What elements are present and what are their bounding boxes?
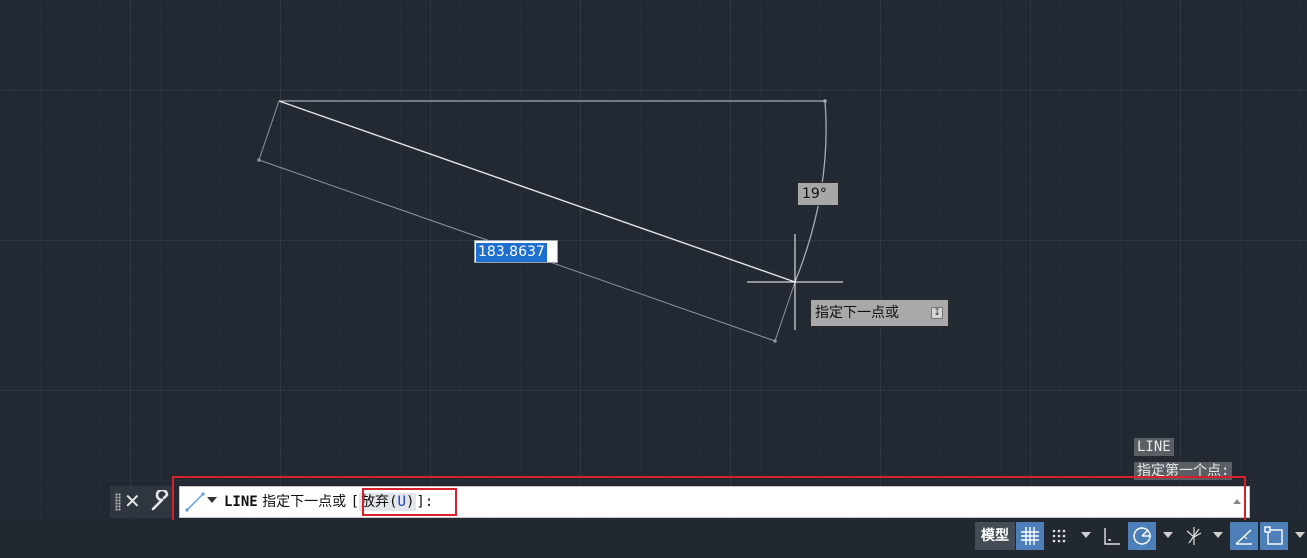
angle-tooltip: 19° — [797, 182, 839, 206]
close-icon[interactable]: ✕ — [124, 489, 141, 513]
object-snap-tracking-icon[interactable] — [1230, 522, 1258, 550]
line-icon[interactable] — [184, 491, 206, 517]
polar-dropdown-icon[interactable] — [1163, 532, 1173, 538]
dynamic-prompt-tooltip: 指定下一点或 ↧ — [810, 299, 949, 327]
drawing-geometry — [257, 99, 843, 343]
undo-option-key: U — [397, 494, 406, 510]
command-name: LINE — [224, 494, 258, 510]
command-history-line: LINE — [1134, 438, 1174, 456]
command-line-handle[interactable]: ✕ — [110, 486, 174, 518]
model-tab[interactable]: 模型 — [975, 522, 1015, 550]
dimension-endpoint — [257, 158, 261, 162]
dimension-extension-line — [774, 281, 796, 342]
wrench-icon[interactable] — [150, 488, 172, 516]
drag-grip-icon[interactable] — [115, 493, 121, 511]
option-bracket-close: ]: — [416, 494, 434, 510]
undo-option-close: ) — [405, 494, 415, 510]
dynamic-input-value[interactable]: 183.8637 — [476, 243, 547, 262]
isometric-dropdown-icon[interactable] — [1213, 532, 1223, 538]
grid-icon[interactable] — [1016, 522, 1044, 550]
dimension-extension-line — [258, 100, 280, 161]
dynamic-input-length[interactable]: 183.8637 — [474, 240, 558, 263]
undo-option[interactable]: 放弃(U) — [359, 493, 417, 511]
polar-icon[interactable] — [1128, 522, 1156, 550]
command-prompt-text: 指定下一点或 — [262, 494, 347, 510]
isometric-icon[interactable] — [1180, 522, 1208, 550]
arc-endpoint — [823, 99, 827, 103]
snap-icon[interactable] — [1046, 522, 1074, 550]
download-options-icon[interactable]: ↧ — [931, 307, 943, 319]
recent-commands-dropdown-icon[interactable] — [207, 497, 217, 503]
command-history-line: 指定第一个点: — [1134, 462, 1233, 480]
drawing-canvas[interactable]: 183.8637 19° 指定下一点或 ↧ LINE 指定第一个点: — [0, 0, 1307, 520]
prompt-tooltip-text: 指定下一点或 — [815, 305, 899, 321]
undo-option-label: 放弃( — [361, 494, 398, 510]
history-expand-icon[interactable] — [1233, 499, 1241, 504]
object-snap-icon[interactable] — [1260, 522, 1288, 550]
object-snap-dropdown-icon[interactable] — [1295, 532, 1305, 538]
command-line-input[interactable]: LINE 指定下一点或 [放弃(U)]: — [179, 486, 1250, 518]
snap-dropdown-icon[interactable] — [1081, 532, 1091, 538]
option-bracket-open: [ — [350, 494, 360, 510]
command-prompt: LINE 指定下一点或 [放弃(U)]: — [224, 487, 433, 517]
dimension-endpoint — [773, 339, 777, 343]
ortho-icon[interactable] — [1098, 522, 1126, 550]
